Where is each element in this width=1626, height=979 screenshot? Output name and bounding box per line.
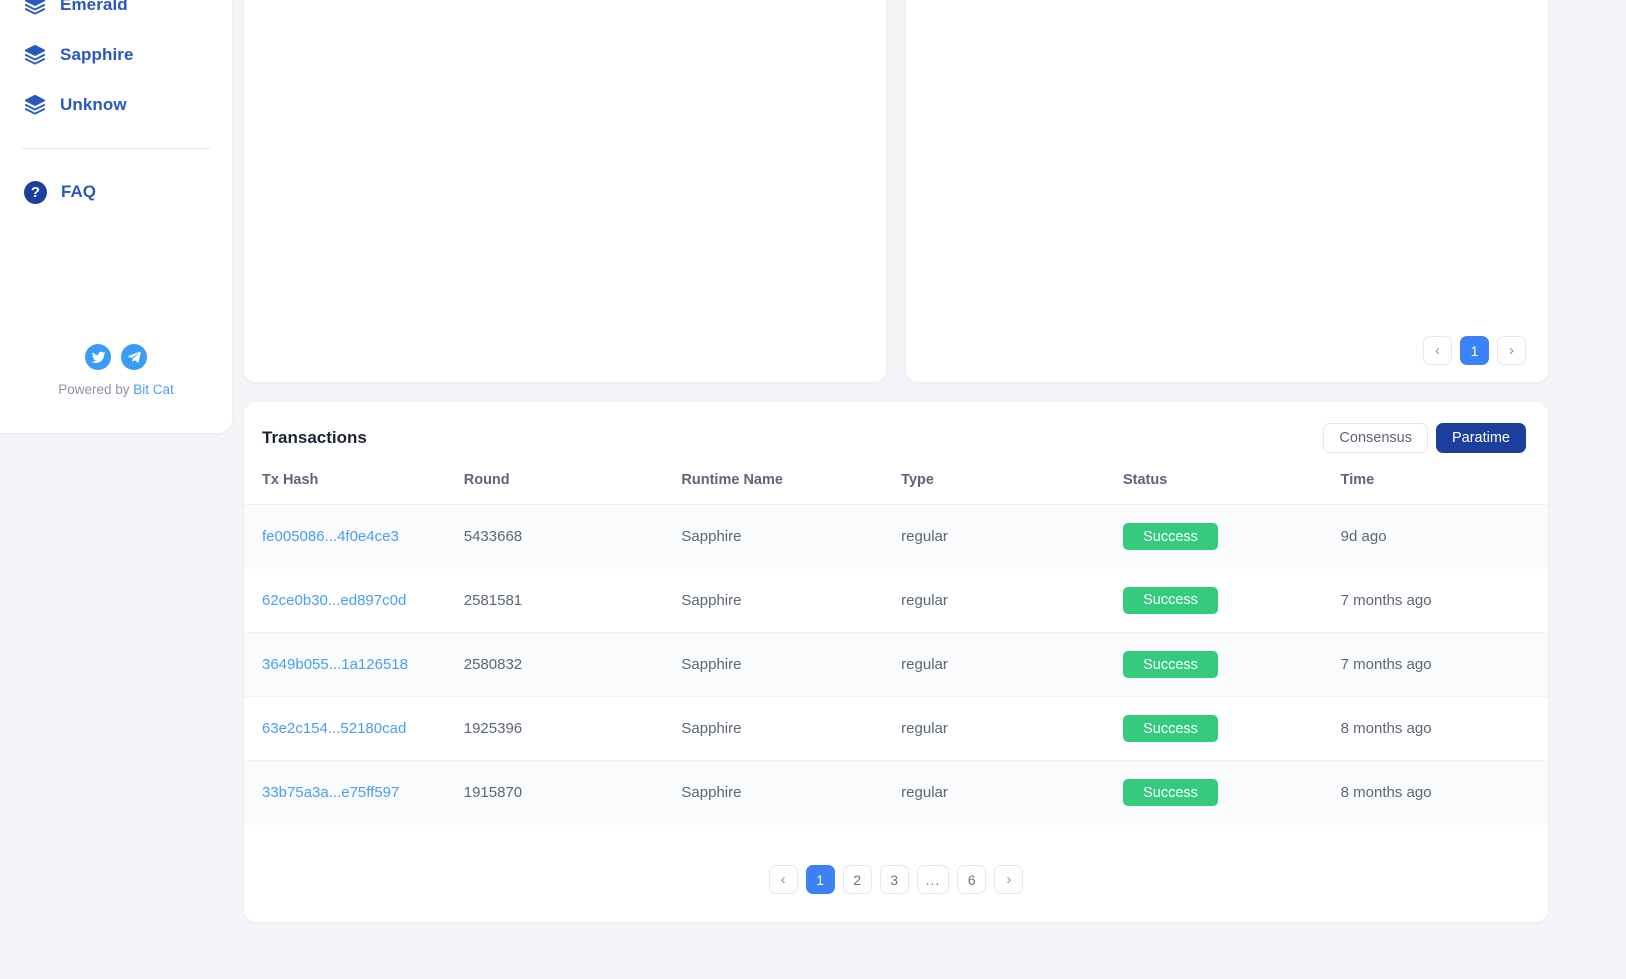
cell-tx-hash[interactable]: 33b75a3a...e75ff597 (262, 784, 399, 801)
cell-tx-hash[interactable]: fe005086...4f0e4ce3 (262, 528, 399, 545)
cell-runtime: Sapphire (681, 696, 902, 761)
cell-type: regular (901, 760, 1123, 825)
cell-runtime: Sapphire (681, 760, 902, 825)
powered-by: Powered by Bit Cat (58, 382, 174, 397)
social-links (85, 344, 147, 370)
powered-by-brand[interactable]: Bit Cat (133, 382, 174, 397)
table-row[interactable]: fe005086...4f0e4ce3 5433668 Sapphire reg… (244, 504, 1548, 569)
sidebar-item-label: FAQ (61, 182, 96, 201)
scope-toggle-group: Consensus Paratime (1323, 423, 1526, 453)
table-header-row: Tx Hash Round Runtime Name Type Status T… (244, 462, 1548, 505)
column-header-round: Round (463, 462, 682, 505)
events-card: Tx Hash Height Type 4861b2ae...19c2317c … (906, 0, 1548, 382)
sidebar-item-label: Unknow (60, 95, 127, 114)
pagination-next-button[interactable]: › (1497, 336, 1526, 365)
cell-round: 2580832 (463, 632, 682, 697)
pagination-page-1[interactable]: 1 (1460, 336, 1489, 365)
table-row[interactable]: 3649b055...1a126518 2580832 Sapphire reg… (244, 632, 1548, 697)
tab-consensus[interactable]: Consensus (1323, 423, 1428, 453)
sidebar-footer: Powered by Bit Cat (0, 344, 232, 397)
pagination-prev-button[interactable]: ‹ (1423, 336, 1452, 365)
layers-icon (24, 94, 46, 116)
app-root: Emerald Sapphire Unknow ? FAQ Powered by… (0, 0, 1626, 979)
cell-runtime: Sapphire (681, 632, 902, 697)
twitter-icon[interactable] (85, 344, 111, 370)
page-title: Transactions (262, 428, 367, 447)
cell-tx-hash[interactable]: 63e2c154...52180cad (262, 720, 406, 737)
sidebar-divider (22, 148, 210, 149)
status-badge: Success (1122, 779, 1218, 807)
column-header-type: Type (901, 462, 1123, 505)
status-badge: Success (1122, 523, 1218, 551)
cell-round: 5433668 (463, 504, 682, 569)
cell-time: 9d ago (1340, 504, 1548, 569)
sidebar-nav: Emerald Sapphire Unknow ? FAQ (0, 0, 232, 217)
sidebar-item-unknow[interactable]: Unknow (0, 80, 232, 130)
telegram-icon[interactable] (121, 344, 147, 370)
transactions-table: Tx Hash Round Runtime Name Type Status T… (244, 462, 1548, 825)
pagination-next-button[interactable]: › (994, 865, 1024, 894)
column-header-runtime-name: Runtime Name (681, 462, 902, 505)
pagination-page-6[interactable]: 6 (957, 865, 987, 894)
transactions-pagination: ‹ 1 2 3 ... 6 › (244, 865, 1548, 894)
cell-tx-hash[interactable]: 62ce0b30...ed897c0d (262, 592, 406, 609)
sidebar-item-sapphire[interactable]: Sapphire (0, 30, 232, 80)
transactions-card: Transactions Consensus Paratime Tx Hash … (244, 402, 1548, 922)
tab-paratime[interactable]: Paratime (1435, 423, 1526, 453)
cell-time: 8 months ago (1340, 696, 1548, 761)
layers-icon (24, 0, 46, 16)
table-body: fe005086...4f0e4ce3 5433668 Sapphire reg… (244, 504, 1548, 825)
sidebar-item-emerald[interactable]: Emerald (0, 0, 232, 30)
cell-type: regular (901, 632, 1123, 697)
cell-tx-hash[interactable]: 3649b055...1a126518 (262, 656, 408, 673)
question-mark-icon: ? (24, 180, 47, 204)
sidebar: Emerald Sapphire Unknow ? FAQ Powered by… (0, 0, 232, 433)
delegations-table: Validator Shares Amount No record (244, 0, 886, 45)
column-header-status: Status (1122, 462, 1341, 505)
sidebar-item-label: Emerald (60, 0, 128, 14)
pagination-page-3[interactable]: 3 (879, 865, 909, 894)
column-header-time: Time (1340, 462, 1548, 505)
table-row[interactable]: 33b75a3a...e75ff597 1915870 Sapphire reg… (244, 760, 1548, 825)
powered-by-prefix: Powered by (58, 382, 130, 397)
layers-icon (24, 44, 46, 66)
empty-state: No record (244, 0, 886, 45)
sidebar-item-label: Sapphire (60, 45, 134, 64)
cell-time: 7 months ago (1340, 591, 1432, 609)
cell-time: 7 months ago (1340, 632, 1548, 697)
cell-type: regular (901, 591, 948, 609)
column-header-tx-hash: Tx Hash (244, 462, 464, 505)
cell-round: 1925396 (463, 696, 682, 761)
cell-type: regular (901, 696, 1123, 761)
table-header: Tx Hash Round Runtime Name Type Status T… (244, 462, 1548, 505)
status-badge: Success (1122, 715, 1218, 742)
cell-runtime: Sapphire (681, 504, 902, 569)
cell-runtime: Sapphire (681, 591, 742, 609)
transactions-header: Transactions Consensus Paratime (244, 402, 1548, 456)
pagination-prev-button[interactable]: ‹ (768, 865, 798, 894)
table-row[interactable]: 63e2c154...52180cad 1925396 Sapphire reg… (244, 696, 1548, 761)
pagination-page-2[interactable]: 2 (842, 865, 872, 894)
cell-type: regular (901, 504, 1123, 569)
cell-round: 1915870 (463, 760, 682, 825)
cell-round: 2581581 (463, 591, 523, 609)
status-badge: Success (1122, 586, 1218, 614)
sidebar-item-faq[interactable]: ? FAQ (0, 167, 232, 217)
pagination-ellipsis[interactable]: ... (916, 865, 950, 894)
table-row[interactable]: 62ce0b30...ed897c0d 2581581 Sapphire reg… (244, 569, 1548, 633)
delegations-card: Validator Shares Amount No record (244, 0, 886, 382)
events-pagination: ‹ 1 › (906, 336, 1526, 365)
cell-time: 8 months ago (1340, 760, 1548, 825)
pagination-page-1[interactable]: 1 (805, 865, 835, 894)
status-badge: Success (1122, 651, 1218, 678)
